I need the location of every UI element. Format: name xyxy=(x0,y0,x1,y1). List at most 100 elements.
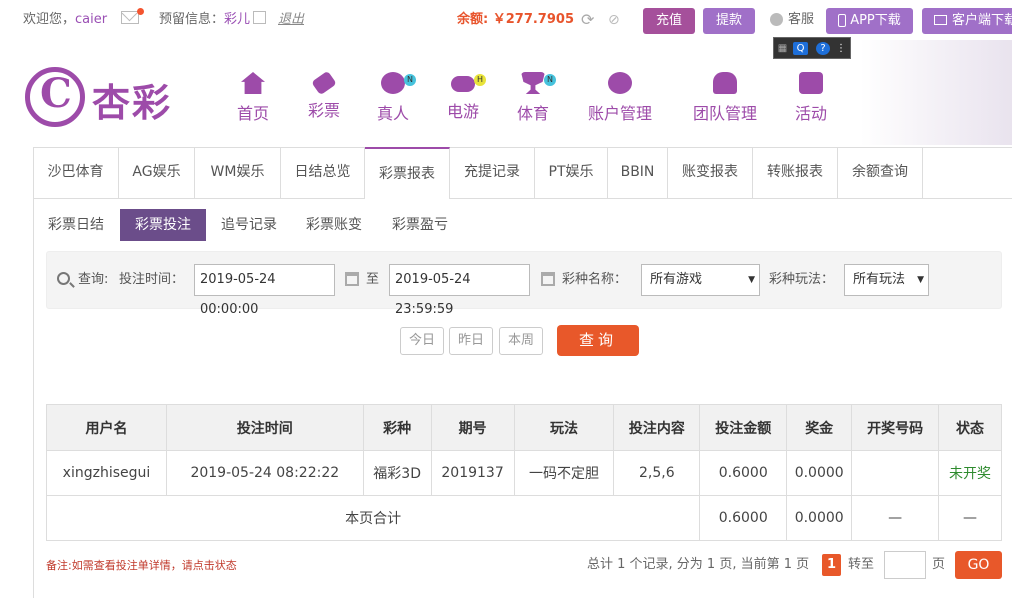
subtab-chase-records[interactable]: 追号记录 xyxy=(213,209,285,241)
mail-icon[interactable] xyxy=(121,11,139,24)
header-shade xyxy=(860,40,1012,145)
calendar-icon[interactable] xyxy=(541,272,555,286)
unread-dot-icon xyxy=(137,8,144,15)
logo-icon[interactable] xyxy=(25,67,85,127)
nav-badge-h: H xyxy=(474,74,486,86)
col-bet-content: 投注内容 xyxy=(613,404,701,451)
subtotal-status: — xyxy=(938,495,1002,541)
tab-wm[interactable]: WM娱乐 xyxy=(195,147,281,198)
game-select[interactable]: 所有游戏 ▼ xyxy=(641,264,760,296)
today-button[interactable]: 今日 xyxy=(400,327,444,355)
cell-username: xingzhisegui xyxy=(46,450,167,496)
query-button[interactable]: 查询 xyxy=(557,325,639,356)
col-play: 玩法 xyxy=(513,404,615,451)
play-type-select[interactable]: 所有玩法 ▼ xyxy=(844,264,929,296)
customer-service-link[interactable]: 客服 xyxy=(788,0,814,40)
date-to-label: 至 xyxy=(366,272,380,287)
tab-deposit-withdraw[interactable]: 充提记录 xyxy=(450,147,535,198)
cell-lottery: 福彩3D xyxy=(362,450,432,496)
more-icon[interactable]: ⋮ xyxy=(836,42,846,55)
subtotal-bonus: 0.0000 xyxy=(786,495,853,541)
tab-daily-overview[interactable]: 日结总览 xyxy=(281,147,365,198)
col-status: 状态 xyxy=(938,404,1002,451)
nav-egames[interactable]: H 电游 xyxy=(444,72,486,122)
trophy-icon xyxy=(521,72,545,94)
refresh-icon[interactable]: ⟳ xyxy=(581,0,594,40)
gamepad-icon xyxy=(451,76,475,92)
hide-eye-icon[interactable]: ⊘ xyxy=(608,0,620,40)
subtab-lottery-daily[interactable]: 彩票日结 xyxy=(40,209,112,241)
col-bet-time: 投注时间 xyxy=(165,404,364,451)
current-page-button[interactable]: 1 xyxy=(822,554,841,576)
tab-saba-sports[interactable]: 沙巴体育 xyxy=(33,147,119,198)
username: caier xyxy=(75,12,108,27)
query-label: 查询: xyxy=(78,272,109,287)
search-icon xyxy=(57,272,70,285)
play-type-label: 彩种玩法： xyxy=(769,272,835,287)
balance-display: 余额: ￥277.7905 xyxy=(457,12,574,27)
customer-service-icon[interactable] xyxy=(770,13,783,26)
monitor-icon xyxy=(934,15,947,25)
subtotal-amount: 0.6000 xyxy=(699,495,788,541)
cell-draw-number xyxy=(851,450,940,496)
tab-balance-query[interactable]: 余额查询 xyxy=(838,147,923,198)
go-button[interactable]: GO xyxy=(955,551,1002,579)
tab-lottery-report[interactable]: 彩票报表 xyxy=(365,147,450,199)
live-dealer-icon xyxy=(381,72,405,94)
tab-bbin[interactable]: BBIN xyxy=(608,147,668,198)
nav-account-management[interactable]: 账户管理 xyxy=(584,72,656,124)
client-download-button[interactable]: 客户端下载 xyxy=(922,8,1012,34)
tab-ag[interactable]: AG娱乐 xyxy=(119,147,195,198)
pagination-summary: 总计 1 个记录, 分为 1 页, 当前第 1 页 xyxy=(587,557,810,572)
cell-play: 一码不定胆 xyxy=(513,450,615,496)
nav-lottery[interactable]: 彩票 xyxy=(305,70,343,121)
subtab-lottery-changes[interactable]: 彩票账变 xyxy=(298,209,370,241)
col-bonus: 奖金 xyxy=(786,404,853,451)
end-date-input[interactable]: 2019-05-24 23:59:59 xyxy=(389,264,530,317)
subtab-lottery-bets[interactable]: 彩票投注 xyxy=(120,209,206,241)
grid-icon[interactable]: ▦ xyxy=(777,42,788,55)
nav-badge-n: N xyxy=(404,74,416,86)
top-bar: 欢迎您，caier 预留信息：彩儿 退出 余额: ￥277.7905 ⟳ ⊘ 充… xyxy=(0,0,1012,40)
game-name-label: 彩种名称： xyxy=(562,272,628,287)
tab-transfer-report[interactable]: 转账报表 xyxy=(753,147,838,198)
page-number-input[interactable] xyxy=(884,551,926,579)
col-username: 用户名 xyxy=(46,404,167,451)
lottery-ticket-icon xyxy=(311,70,337,96)
nav-live[interactable]: N 真人 xyxy=(374,72,416,124)
goto-label: 转至 xyxy=(848,557,875,572)
q-icon[interactable]: Q xyxy=(793,42,808,55)
subtotal-row: 本页合计 0.6000 0.0000 — — xyxy=(45,495,1002,541)
subtab-lottery-pnl[interactable]: 彩票盈亏 xyxy=(384,209,456,241)
cell-issue: 2019137 xyxy=(430,450,515,496)
this-week-button[interactable]: 本周 xyxy=(499,327,543,355)
col-lottery: 彩种 xyxy=(362,404,432,451)
edit-icon[interactable] xyxy=(253,11,266,24)
help-icon[interactable]: ? xyxy=(816,42,830,55)
logout-link[interactable]: 退出 xyxy=(278,0,304,40)
nav-team-management[interactable]: 团队管理 xyxy=(689,72,761,124)
nav-sports[interactable]: N 体育 xyxy=(514,72,556,124)
dropdown-caret-icon: ▼ xyxy=(748,275,755,285)
nav-promotions[interactable]: 活动 xyxy=(792,72,830,124)
status-link[interactable]: 未开奖 xyxy=(938,450,1002,496)
subtotal-label: 本页合计 xyxy=(45,495,701,541)
start-date-input[interactable]: 2019-05-24 00:00:00 xyxy=(194,264,335,317)
bets-table: 用户名 投注时间 彩种 期号 玩法 投注内容 投注金额 奖金 开奖号码 状态 x… xyxy=(45,404,1002,541)
cell-bet-content: 2,5,6 xyxy=(613,450,701,496)
cell-bet-amount: 0.6000 xyxy=(699,450,788,496)
phone-icon xyxy=(838,14,846,27)
calendar-icon[interactable] xyxy=(345,272,359,286)
withdraw-button[interactable]: 提款 xyxy=(703,8,755,34)
nav-home[interactable]: 首页 xyxy=(234,72,272,124)
tab-pt[interactable]: PT娱乐 xyxy=(535,147,608,198)
tab-balance-change[interactable]: 账变报表 xyxy=(668,147,753,198)
col-bet-amount: 投注金额 xyxy=(699,404,788,451)
welcome-text: 欢迎您，caier xyxy=(23,12,108,27)
recharge-button[interactable]: 充值 xyxy=(643,8,695,34)
bet-time-label: 投注时间： xyxy=(119,272,185,287)
yesterday-button[interactable]: 昨日 xyxy=(449,327,493,355)
subtotal-draw: — xyxy=(851,495,940,541)
logo-text[interactable]: 杏彩 xyxy=(92,72,172,127)
app-download-button[interactable]: APP下载 xyxy=(826,8,913,34)
